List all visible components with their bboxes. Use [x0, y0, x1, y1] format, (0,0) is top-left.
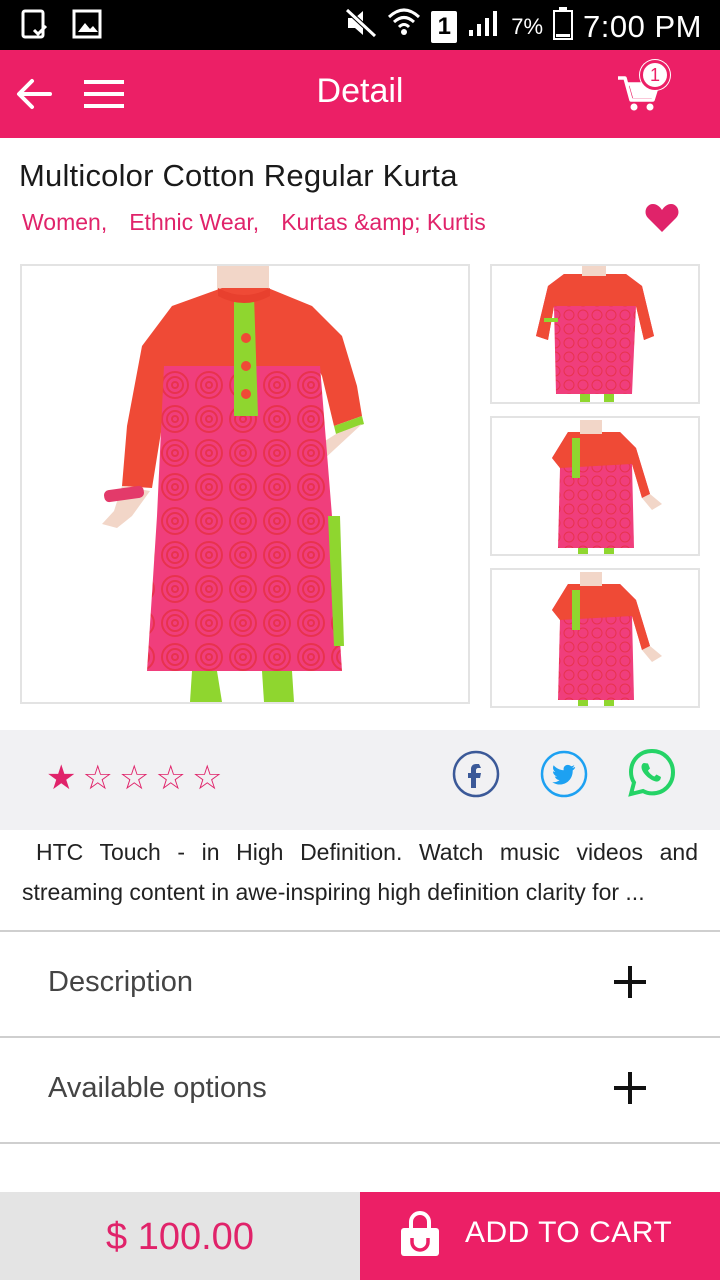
product-summary: HTC Touch - in High Definition. Watch mu… — [22, 839, 698, 905]
product-title: Multicolor Cotton Regular Kurta — [19, 158, 458, 193]
status-time: 7:00 PM — [583, 9, 702, 44]
available-options-label: Available options — [48, 1072, 267, 1104]
signal-icon — [467, 8, 501, 46]
star-empty-icon[interactable]: ☆ — [119, 758, 149, 798]
twitter-share-icon[interactable] — [540, 750, 588, 798]
rating-share-strip: ★ ☆ ☆ ☆ ☆ — [0, 730, 720, 830]
divider — [0, 1142, 720, 1144]
add-to-cart-label: ADD TO CART — [465, 1216, 673, 1249]
whatsapp-share-icon[interactable] — [627, 748, 677, 798]
product-main-image[interactable] — [20, 264, 470, 704]
product-price: $ 100.00 — [106, 1216, 254, 1258]
product-thumbnail[interactable] — [490, 264, 700, 404]
battery-percent: 7% — [511, 14, 544, 39]
rating-stars[interactable]: ★ ☆ ☆ ☆ ☆ — [46, 758, 222, 798]
star-empty-icon[interactable]: ☆ — [82, 758, 112, 798]
description-label: Description — [48, 966, 194, 998]
star-empty-icon[interactable]: ☆ — [155, 758, 185, 798]
category-breadcrumb: Women, Ethnic Wear, Kurtas &amp; Kurtis — [22, 209, 486, 236]
page-title: Detail — [316, 72, 404, 110]
screenshot-notification-icon — [20, 8, 50, 45]
product-thumbnail[interactable] — [490, 568, 700, 708]
facebook-share-icon[interactable] — [452, 750, 500, 798]
wishlist-heart-icon[interactable] — [644, 202, 680, 234]
app-bar: Detail 1 — [0, 50, 720, 138]
expand-plus-icon[interactable] — [612, 1070, 648, 1106]
category-link[interactable]: Kurtas &amp; Kurtis — [281, 209, 486, 236]
price-box: $ 100.00 — [0, 1192, 360, 1280]
star-empty-icon[interactable]: ☆ — [192, 758, 222, 798]
sim-slot-icon: 1 — [431, 11, 458, 43]
star-filled-icon[interactable]: ★ — [46, 758, 76, 798]
mute-icon — [345, 8, 377, 46]
shopping-bag-icon — [398, 1210, 442, 1258]
add-to-cart-button[interactable]: ADD TO CART — [360, 1192, 720, 1280]
battery-icon — [553, 6, 574, 48]
description-accordion[interactable]: Description — [0, 932, 720, 1036]
category-link[interactable]: Ethnic Wear, — [129, 209, 259, 236]
available-options-accordion[interactable]: Available options — [0, 1038, 720, 1142]
wifi-icon — [387, 7, 421, 47]
status-bar: 1 7% 7:00 PM — [0, 0, 720, 50]
gallery-notification-icon — [72, 8, 102, 45]
category-link[interactable]: Women, — [22, 209, 107, 236]
product-thumbnail[interactable] — [490, 416, 700, 556]
cart-count-badge: 1 — [640, 60, 670, 90]
expand-plus-icon[interactable] — [612, 964, 648, 1000]
